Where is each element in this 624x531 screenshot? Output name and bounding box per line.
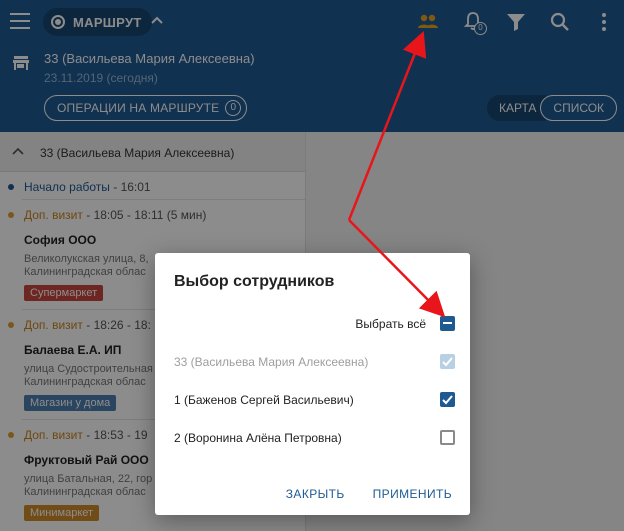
dialog-actions: ЗАКРЫТЬ ПРИМЕНИТЬ — [286, 487, 452, 501]
select-all-row[interactable]: Выбрать всё — [155, 314, 470, 336]
employee-name: 1 (Баженов Сергей Васильевич) — [174, 393, 354, 407]
select-all-label: Выбрать всё — [355, 317, 426, 331]
select-all-checkbox[interactable] — [440, 316, 455, 331]
employee-name: 2 (Воронина Алёна Петровна) — [174, 431, 342, 445]
employee-name: 33 (Васильева Мария Алексеевна) — [174, 355, 369, 369]
close-button[interactable]: ЗАКРЫТЬ — [286, 487, 345, 501]
employee-row: 33 (Васильева Мария Алексеевна) — [155, 352, 470, 374]
select-employees-dialog: Выбор сотрудников Выбрать всё 33 (Василь… — [155, 253, 470, 515]
dialog-title: Выбор сотрудников — [174, 273, 335, 290]
employee-row[interactable]: 1 (Баженов Сергей Васильевич) — [155, 390, 470, 412]
employee-checkbox[interactable] — [440, 392, 455, 407]
employee-row[interactable]: 2 (Воронина Алёна Петровна) — [155, 428, 470, 450]
employee-checkbox — [440, 354, 455, 369]
employee-checkbox[interactable] — [440, 430, 455, 445]
apply-button[interactable]: ПРИМЕНИТЬ — [373, 487, 452, 501]
